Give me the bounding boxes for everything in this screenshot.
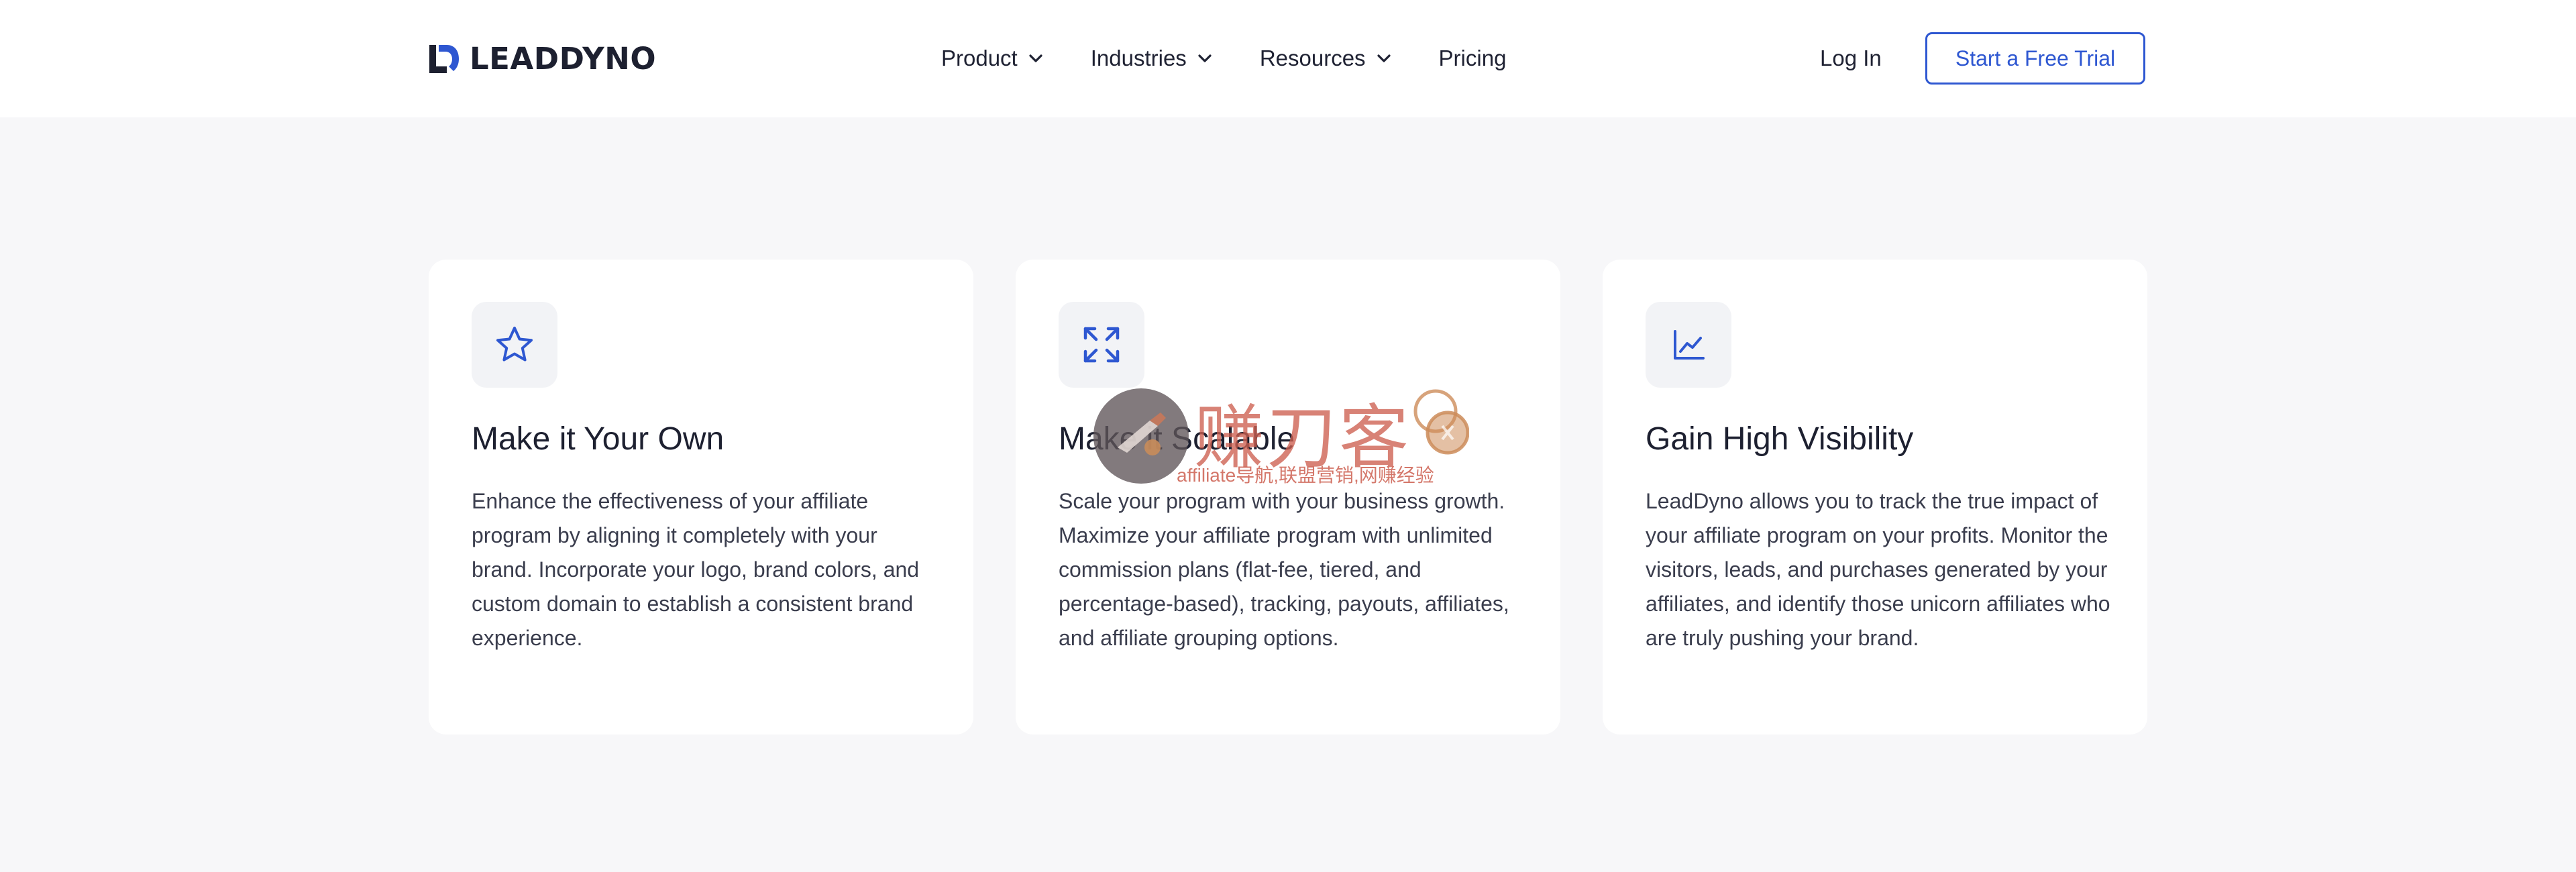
nav-item-industries[interactable]: Industries [1091,46,1212,71]
nav-item-label: Industries [1090,46,1187,70]
feature-description: Enhance the effectiveness of your affili… [472,489,920,650]
feature-description: LeadDyno allows you to track the true im… [1646,489,2110,650]
chevron-down-icon [1029,54,1042,62]
start-free-trial-button[interactable]: Start a Free Trial [1925,32,2145,85]
nav-item-label: Product [941,46,1018,70]
chevron-down-icon [1198,54,1212,62]
nav-item-label: Pricing [1438,46,1507,70]
star-icon [496,327,533,362]
feature-card-visibility: Gain High Visibility LeadDyno allows you… [1603,260,2147,734]
feature-icon-box [1646,302,1731,388]
logo-text: LEADDYNO [470,41,657,76]
nav-item-resources[interactable]: Resources [1260,46,1391,71]
feature-icon-box [1059,302,1144,388]
feature-card-scalable: Make it Scalable Scale your program with… [1016,260,1560,734]
nav-item-pricing[interactable]: Pricing [1439,46,1507,71]
nav-item-label: Resources [1259,46,1366,70]
feature-title: Gain High Visibility [1646,421,1914,457]
feature-icon-box [472,302,557,388]
leaddyno-logo[interactable]: LEADDYNO [428,43,656,75]
expand-arrows-icon [1083,327,1120,363]
feature-description: Scale your program with your business gr… [1059,489,1509,650]
main-nav: Product Industries Resources Pricing [941,42,1506,75]
feature-card-own: Make it Your Own Enhance the effectivene… [429,260,973,734]
feature-title: Make it Your Own [472,421,724,457]
line-chart-icon [1674,330,1705,360]
chevron-down-icon [1377,54,1391,62]
feature-title: Make it Scalable [1059,421,1295,457]
nav-item-product[interactable]: Product [941,46,1043,71]
site-header: LEADDYNO Product Industries Resources Pr… [0,0,2576,117]
login-link[interactable]: Log In [1820,42,1882,75]
leaddyno-logo-icon [429,45,459,73]
